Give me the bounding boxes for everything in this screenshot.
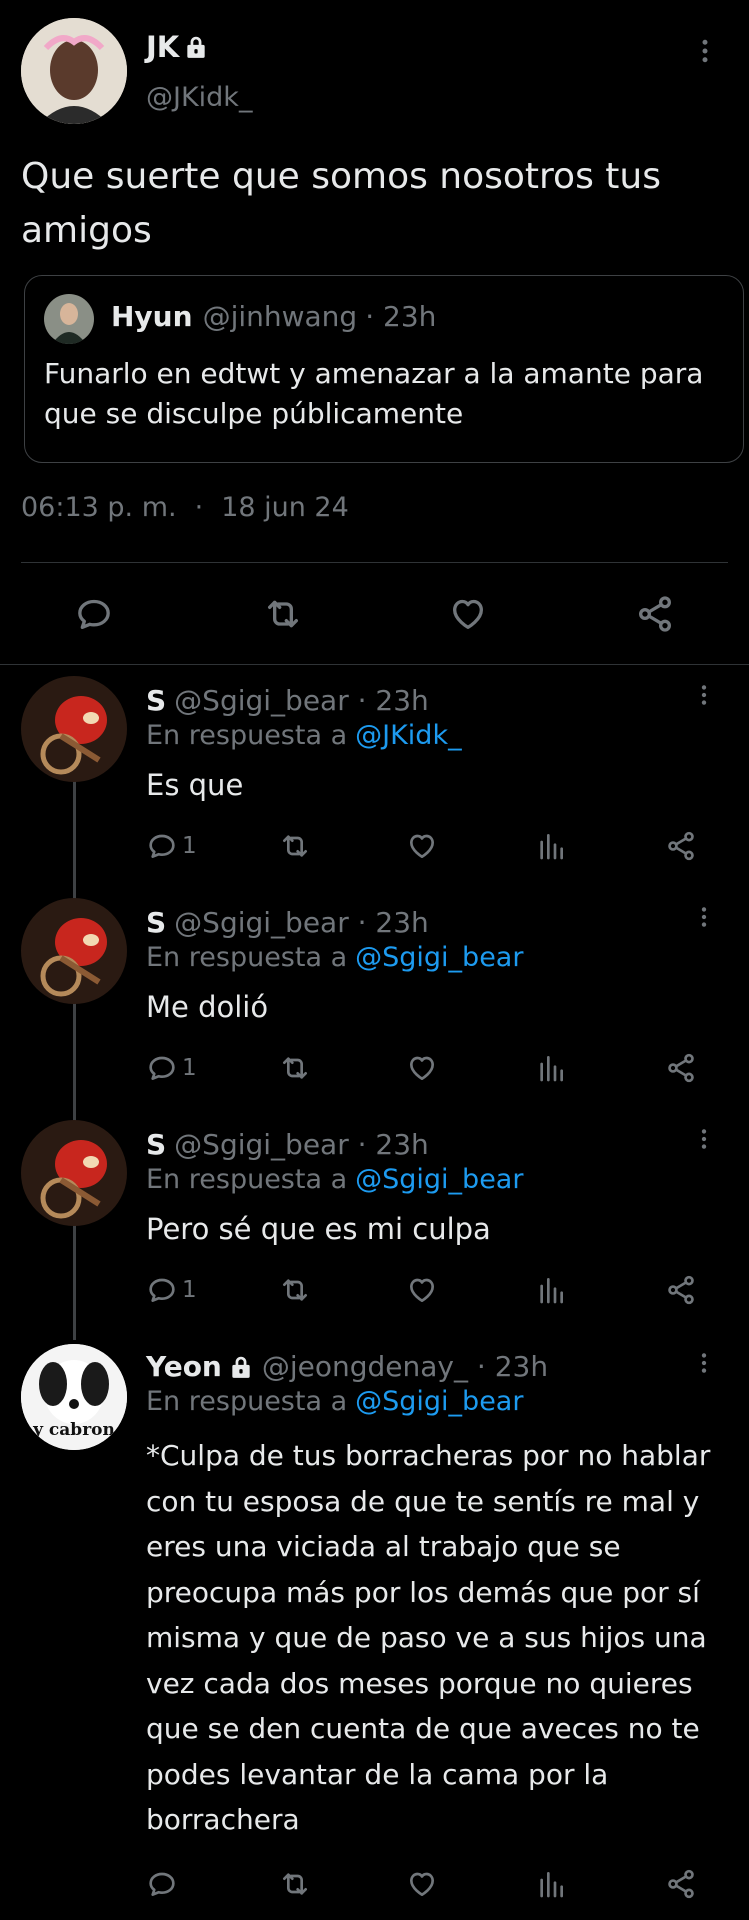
thread-line [73,780,76,1340]
quoted-avatar [44,294,94,344]
reply-handle-time[interactable]: @Sgigi_bear · 23h [174,906,429,939]
retweet-icon[interactable] [278,1274,312,1306]
reply-text: Es que [146,768,244,802]
more-options-icon[interactable] [690,36,720,66]
reply-to-label: En respuesta a [146,942,348,973]
reply-author-name[interactable]: S [146,1128,166,1161]
lock-icon [228,1354,254,1380]
share-icon[interactable] [665,830,697,862]
reply-icon[interactable] [146,1868,178,1900]
stats-icon[interactable] [535,1868,567,1900]
quoted-tweet[interactable]: Hyun @jinhwang · 23h Funarlo en edtwt y … [24,275,744,463]
reply-handle-time[interactable]: @Sgigi_bear · 23h [174,684,429,717]
retweet-icon[interactable] [262,594,304,634]
reply-handle-time[interactable]: @jeongdenay_ · 23h [262,1350,548,1383]
share-icon[interactable] [635,594,675,634]
avatar[interactable] [21,676,127,782]
reply-to-label: En respuesta a [146,720,348,751]
more-options-icon[interactable] [691,682,717,708]
retweet-icon[interactable] [278,1868,312,1900]
reply-text: Me dolió [146,990,269,1024]
avatar[interactable] [21,1120,127,1226]
like-icon[interactable] [405,1274,439,1306]
tweet-timestamp: 06:13 p. m. · 18 jun 24 [21,492,349,523]
reply-count: 1 [182,833,197,859]
reply-author-name[interactable]: Yeon [146,1350,222,1383]
quoted-time: · 23h [365,300,437,333]
reply-count: 1 [182,1277,197,1303]
quoted-author-name: Hyun [111,300,193,333]
reply-to-label: En respuesta a [146,1386,348,1417]
lock-icon [183,34,209,60]
reply-to-link[interactable]: @JKidk_ [355,720,461,751]
stats-icon[interactable] [535,1052,567,1084]
like-icon[interactable] [405,1868,439,1900]
reply-author-name[interactable]: S [146,906,166,939]
more-options-icon[interactable] [691,1126,717,1152]
avatar-caption: y cabron [33,1420,115,1440]
divider [21,562,728,563]
retweet-icon[interactable] [278,830,312,862]
reply-text: *Culpa de tus borracheras por no hablar … [146,1439,711,1836]
reply-handle-time[interactable]: @Sgigi_bear · 23h [174,1128,429,1161]
like-icon[interactable] [405,1052,439,1084]
stats-icon[interactable] [535,1274,567,1306]
reply-icon[interactable] [146,1052,178,1084]
share-icon[interactable] [665,1052,697,1084]
more-options-icon[interactable] [691,1350,717,1376]
avatar[interactable] [21,898,127,1004]
quoted-author-handle: @jinhwang [202,300,358,333]
reply-count: 1 [182,1055,197,1081]
avatar[interactable] [21,18,127,124]
share-icon[interactable] [665,1274,697,1306]
reply-icon[interactable] [146,830,178,862]
reply-to-link[interactable]: @Sgigi_bear [355,1386,523,1417]
more-options-icon[interactable] [691,904,717,930]
like-icon[interactable] [447,594,489,634]
avatar[interactable]: y cabron [21,1344,127,1450]
reply-icon[interactable] [146,1274,178,1306]
reply-author-name[interactable]: S [146,684,166,717]
reply-to-label: En respuesta a [146,1164,348,1195]
author-name[interactable]: JK [146,30,179,64]
reply-text: Pero sé que es mi culpa [146,1212,491,1246]
reply-to-link[interactable]: @Sgigi_bear [355,942,523,973]
share-icon[interactable] [665,1868,697,1900]
reply-to-link[interactable]: @Sgigi_bear [355,1164,523,1195]
divider [0,664,749,665]
author-handle[interactable]: @JKidk_ [146,82,252,113]
reply-icon[interactable] [74,594,114,634]
like-icon[interactable] [405,830,439,862]
quoted-text: Funarlo en edtwt y amenazar a la amante … [44,357,704,430]
tweet-text: Que suerte que somos nosotros tus amigos [21,156,661,251]
retweet-icon[interactable] [278,1052,312,1084]
stats-icon[interactable] [535,830,567,862]
